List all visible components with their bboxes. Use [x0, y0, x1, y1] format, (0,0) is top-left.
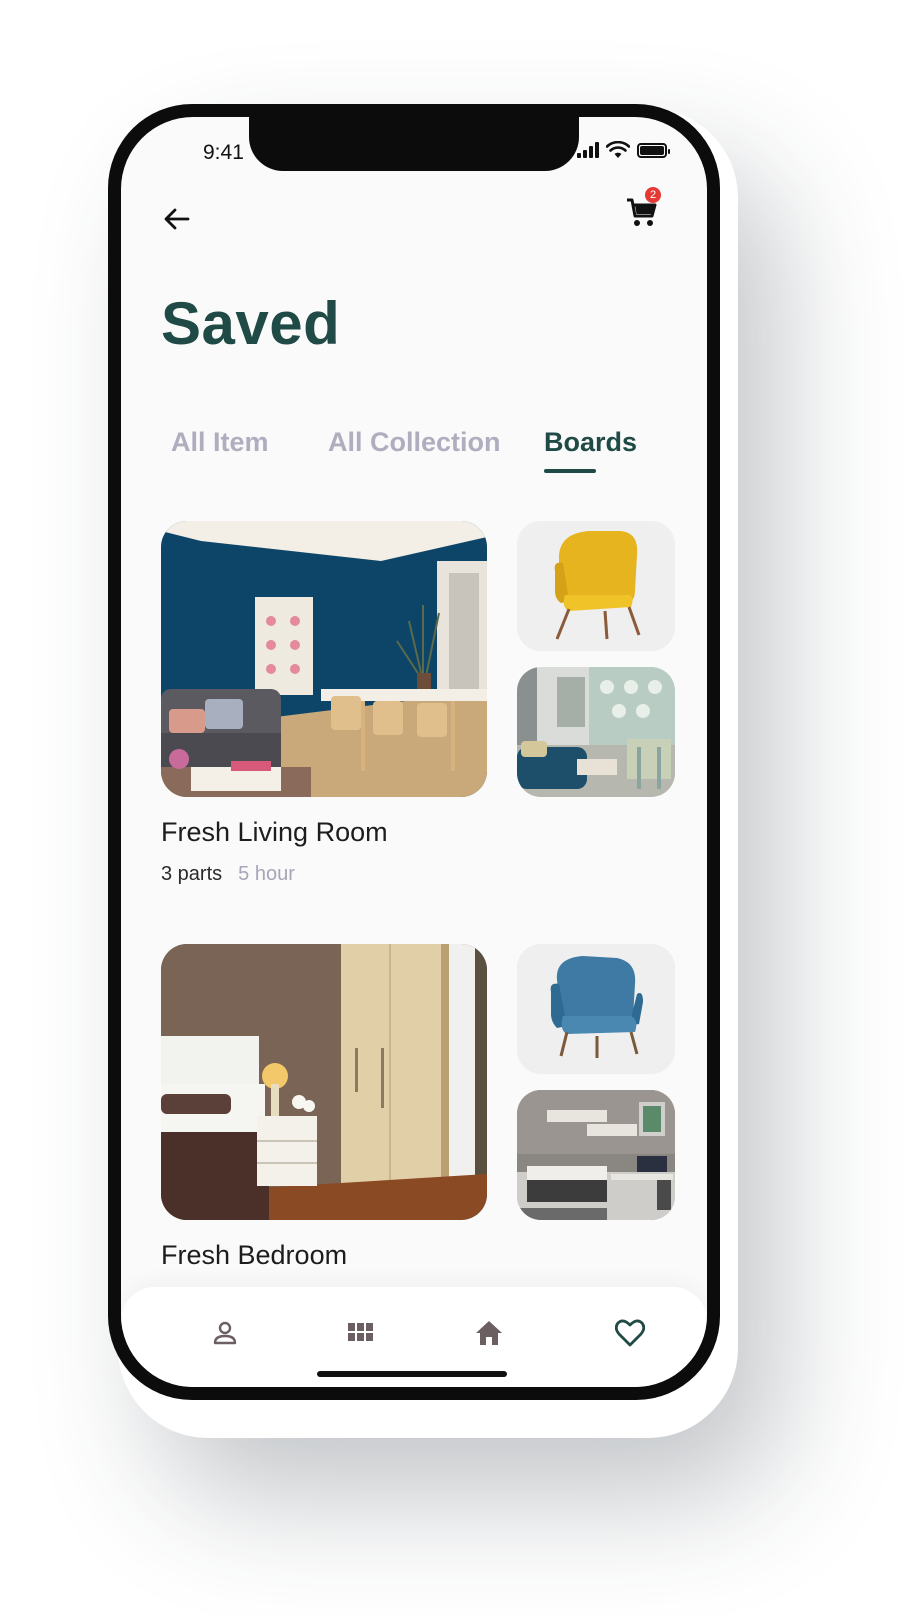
home-icon: [476, 1321, 502, 1345]
wifi-icon: [606, 141, 630, 158]
bedroom-photo[interactable]: [161, 944, 487, 1220]
arrow-left-icon: [164, 208, 190, 230]
teal-sofa-room-photo[interactable]: [517, 667, 675, 797]
cart-button[interactable]: 2: [623, 187, 667, 233]
board-meta: 3 parts 5 hour: [161, 863, 295, 886]
tab-boards[interactable]: Boards: [544, 427, 637, 458]
nav-home[interactable]: [469, 1313, 509, 1353]
blue-armchair-photo[interactable]: [517, 944, 675, 1074]
app-screen: 9:41 2 Saved All Item All Collection Boa…: [121, 117, 707, 1387]
bottom-nav: [121, 1287, 707, 1387]
profile-icon: [213, 1321, 237, 1345]
phone-frame: 9:41 2 Saved All Item All Collection Boa…: [108, 104, 720, 1400]
tab-all-collection[interactable]: All Collection: [328, 427, 501, 458]
page-title: Saved: [161, 290, 341, 357]
signal-icon: [577, 142, 599, 158]
status-time: 9:41: [203, 141, 244, 164]
back-button[interactable]: [157, 199, 197, 239]
nav-saved[interactable]: [610, 1313, 650, 1353]
board-time: 5 hour: [238, 863, 295, 885]
active-tab-indicator: [544, 469, 596, 473]
kids-room-photo[interactable]: [517, 1090, 675, 1220]
nav-profile[interactable]: [205, 1313, 245, 1353]
board-name: Fresh Living Room: [161, 817, 388, 847]
board-name: Fresh Bedroom: [161, 1240, 348, 1270]
tab-all-item[interactable]: All Item: [171, 427, 269, 458]
home-indicator: [317, 1371, 507, 1377]
yellow-armchair-photo[interactable]: [517, 521, 675, 651]
cart-badge: 2: [645, 187, 661, 203]
grid-icon: [348, 1323, 373, 1341]
battery-icon: [637, 142, 670, 158]
board-parts-count: 3 parts: [161, 863, 223, 885]
status-icons: [577, 141, 670, 159]
notch: [249, 117, 579, 171]
nav-categories[interactable]: [341, 1313, 381, 1353]
heart-icon: [615, 1319, 645, 1347]
living-room-photo[interactable]: [161, 521, 487, 797]
